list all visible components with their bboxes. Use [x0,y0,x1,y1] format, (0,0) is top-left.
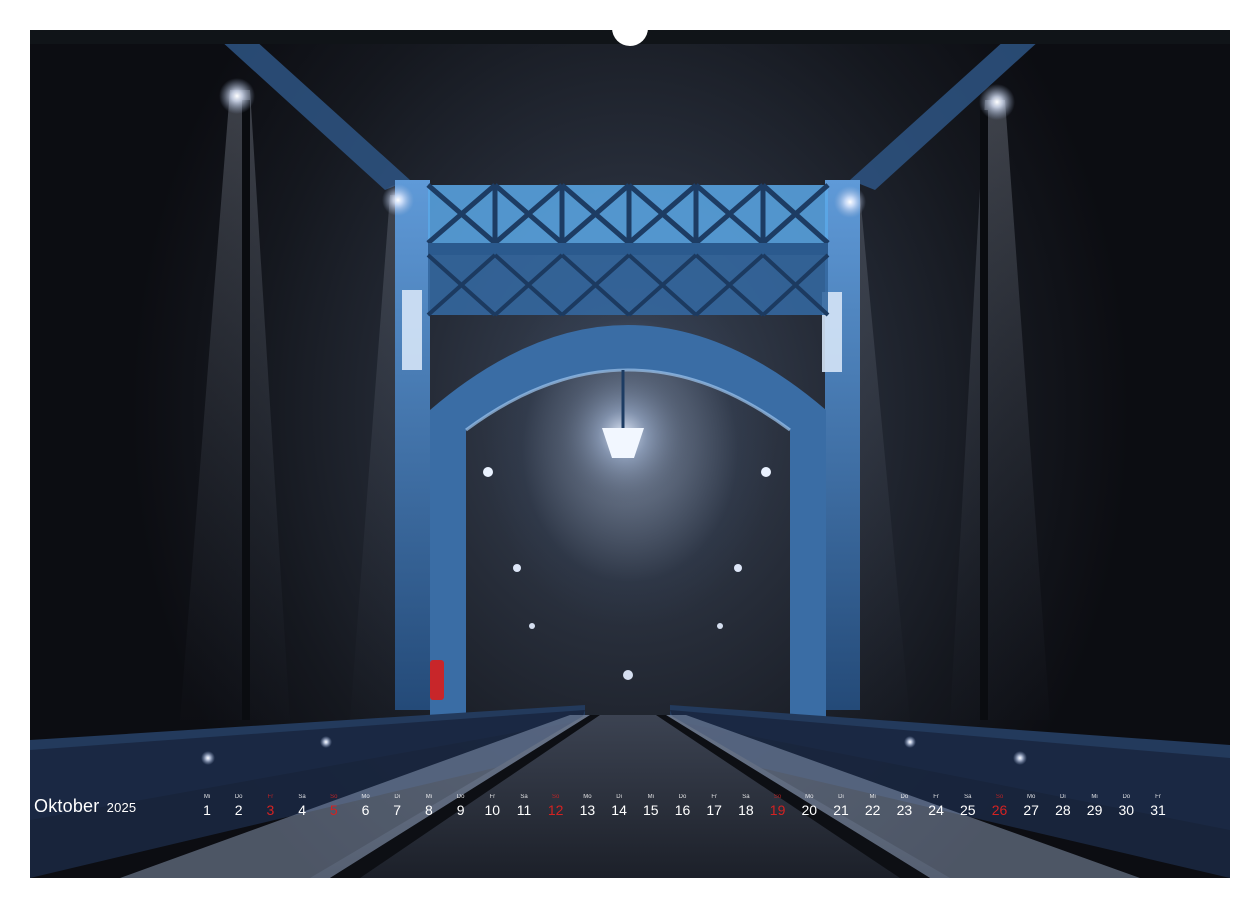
day-number: 4 [298,802,306,818]
day-number: 15 [643,802,659,818]
day-number: 5 [329,802,338,818]
year-label: 2025 [106,800,137,815]
calendar-day: Mo 13 [572,794,602,818]
day-number: 23 [896,802,913,818]
day-number: 8 [424,802,433,818]
weekday-label: Mi [203,794,211,800]
calendar-day: So 26 [985,794,1015,818]
day-number: 10 [484,802,501,818]
weekday-label: Sa [742,794,750,800]
calendar-day: So 12 [541,794,571,818]
calendar-day: Mo 27 [1016,794,1046,818]
month-name: Oktober [34,796,100,816]
day-number: 19 [769,802,786,818]
weekday-label: Sa [298,794,306,800]
day-number: 20 [801,802,818,818]
calendar-day: So 5 [319,794,349,818]
day-number: 1 [203,802,211,818]
weekday-label: Fr [489,794,496,800]
weekday-label: Mi [647,794,654,800]
weekday-label: So [330,794,338,800]
day-number: 28 [1055,802,1071,818]
calendar-day: Fr 31 [1143,794,1173,818]
weekday-label: Di [394,794,401,800]
calendar-day: Fr 24 [921,794,951,818]
weekday-label: Mo [805,794,814,800]
day-number: 30 [1118,802,1135,818]
weekday-label: Fr [1155,794,1161,800]
weekday-label: Do [678,794,687,800]
day-number: 2 [234,802,243,818]
calendar-day: Mi 15 [636,794,666,818]
day-number: 29 [1086,802,1103,818]
day-number: 14 [611,802,627,818]
calendar-day: Sa 4 [287,794,317,818]
day-number: 6 [361,802,370,818]
weekday-label: Sa [964,794,972,800]
weekday-label: Fr [267,794,274,800]
day-number: 17 [706,802,722,818]
calendar-day: Do 2 [224,794,254,818]
calendar-day: Do 9 [446,794,476,818]
calendar-day: Di 21 [826,794,856,818]
weekday-label: Di [1060,794,1066,800]
day-number: 21 [833,802,849,818]
calendar-day: Mo 6 [351,794,381,818]
weekday-label: Fr [933,794,939,800]
calendar-day: Mi 1 [192,794,222,818]
calendar-day: Mi 29 [1080,794,1110,818]
calendar-day: Mo 20 [794,794,824,818]
calendar-day: Mi 22 [858,794,888,818]
weekday-label: Fr [711,794,718,800]
calendar-day: Fr 10 [477,794,507,818]
calendar-day: Di 28 [1048,794,1078,818]
day-number: 25 [960,802,976,818]
day-number: 12 [547,802,564,818]
day-number: 27 [1023,802,1039,818]
calendar-day: Sa 11 [509,794,539,818]
day-number: 16 [674,802,691,818]
day-number: 7 [393,802,402,818]
weekday-label: So [773,794,782,800]
calendar-day: Di 14 [604,794,634,818]
day-number: 24 [928,802,944,818]
calendar-day: So 19 [763,794,793,818]
weekday-label: Di [616,794,622,800]
weekday-label: Do [1122,794,1131,800]
day-number: 9 [456,802,465,818]
weekday-label: Di [838,794,844,800]
day-number: 11 [516,802,532,818]
weekday-label: Do [456,794,465,800]
weekday-label: Mi [1091,794,1098,800]
weekday-label: So [552,794,560,800]
calendar-day: Do 30 [1111,794,1141,818]
weekday-label: Mi [869,794,876,800]
weekday-label: Mo [583,794,592,800]
weekday-label: Mo [361,794,370,800]
day-number: 22 [864,802,881,818]
weekday-label: So [995,794,1004,800]
calendar-day: Mi 8 [414,794,444,818]
day-number: 3 [266,802,275,818]
month-label: Oktober 2025 [34,796,136,817]
calendar-day: Do 23 [889,794,919,818]
calendar-day: Di 7 [382,794,412,818]
calendar-photo [30,30,1230,878]
calendar-day: Sa 18 [731,794,761,818]
calendar-day: Do 16 [668,794,698,818]
calendar-day: Fr 17 [699,794,729,818]
calendar-day: Sa 25 [953,794,983,818]
day-number: 13 [579,802,596,818]
weekday-label: Sa [520,794,528,800]
calendar-day: Fr 3 [255,794,285,818]
weekday-label: Do [900,794,909,800]
day-number: 18 [738,802,754,818]
weekday-label: Mo [1027,794,1036,800]
weekday-label: Do [234,794,243,800]
day-number: 31 [1150,802,1166,818]
bridge-illustration [30,40,1230,878]
weekday-label: Mi [425,794,433,800]
day-number: 26 [991,802,1008,818]
